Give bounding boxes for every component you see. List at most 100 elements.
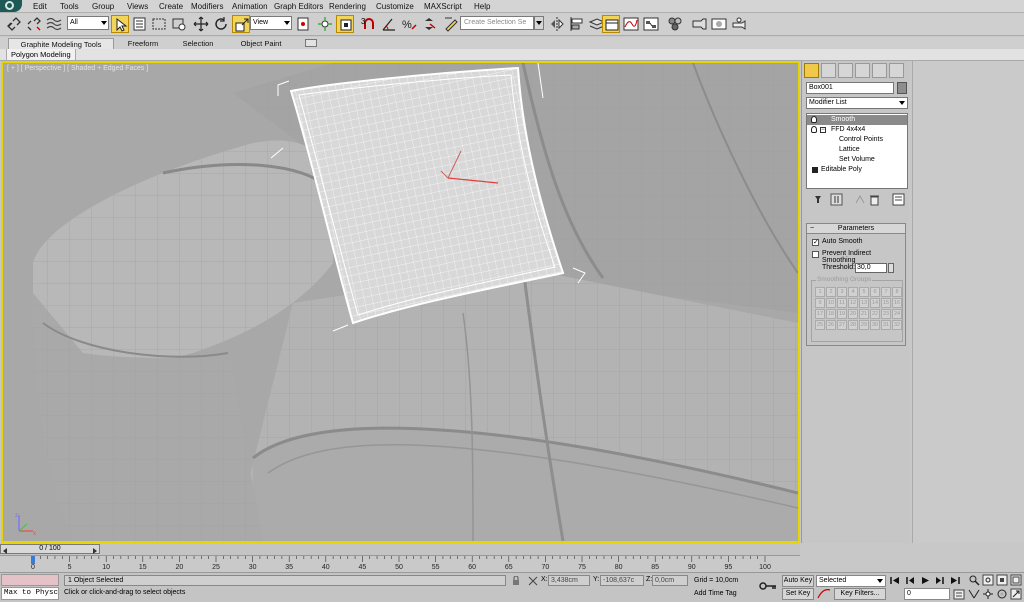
orbit-icon[interactable] bbox=[996, 588, 1008, 600]
play-icon[interactable] bbox=[919, 575, 931, 586]
modify-tab-icon[interactable] bbox=[821, 63, 836, 78]
named-selection-dropdown[interactable] bbox=[534, 16, 544, 30]
align-icon[interactable] bbox=[568, 15, 586, 33]
pivot-center-icon[interactable] bbox=[294, 15, 312, 33]
motion-tab-icon[interactable] bbox=[855, 63, 870, 78]
rendered-frame-icon[interactable] bbox=[710, 15, 728, 33]
tab-object-paint[interactable]: Object Paint bbox=[232, 38, 290, 49]
add-time-tag[interactable]: Add Time Tag bbox=[694, 590, 737, 597]
key-filters-button[interactable]: Key Filters... bbox=[834, 588, 886, 600]
object-name-field[interactable]: Box001 bbox=[806, 82, 894, 94]
menu-rendering[interactable]: Rendering bbox=[329, 1, 366, 12]
select-rotate-icon[interactable] bbox=[212, 15, 230, 33]
display-tab-icon[interactable] bbox=[872, 63, 887, 78]
edit-named-selection-icon[interactable] bbox=[442, 15, 460, 33]
select-move-icon[interactable] bbox=[192, 15, 210, 33]
menu-create[interactable]: Create bbox=[159, 1, 183, 12]
stack-item-smooth[interactable]: Smooth bbox=[807, 115, 907, 125]
next-key-icon[interactable] bbox=[934, 575, 946, 586]
parameters-rollout-header[interactable]: − Parameters bbox=[806, 223, 906, 234]
schematic-view-icon[interactable] bbox=[642, 15, 660, 33]
z-coord-field[interactable]: 0,0cm bbox=[652, 575, 688, 586]
bulb-icon[interactable] bbox=[811, 126, 817, 133]
maximize-viewport-icon[interactable] bbox=[1010, 588, 1022, 600]
percent-snap-icon[interactable]: % bbox=[400, 15, 418, 33]
x-coord-field[interactable]: 3,438cm bbox=[548, 575, 590, 586]
select-by-name-icon[interactable] bbox=[131, 15, 149, 33]
menu-help[interactable]: Help bbox=[474, 1, 490, 12]
time-configuration-icon[interactable] bbox=[953, 588, 965, 600]
maxscript-listener-mini[interactable] bbox=[1, 574, 59, 586]
previous-frame-icon[interactable] bbox=[3, 548, 7, 554]
menu-group[interactable]: Group bbox=[92, 1, 114, 12]
stack-subitem-lattice[interactable]: Lattice bbox=[807, 145, 907, 155]
select-object-icon[interactable] bbox=[111, 15, 129, 33]
expand-icon[interactable] bbox=[812, 167, 818, 173]
tab-selection[interactable]: Selection bbox=[172, 38, 224, 49]
create-tab-icon[interactable] bbox=[804, 63, 819, 78]
tab-freeform[interactable]: Freeform bbox=[116, 38, 170, 49]
prevent-indirect-smoothing-checkbox[interactable] bbox=[812, 251, 819, 258]
perspective-viewport[interactable]: [ + ] [ Perspective ] [ Shaded + Edged F… bbox=[1, 61, 800, 543]
graphite-toggle-icon[interactable] bbox=[602, 15, 620, 33]
next-frame-icon[interactable] bbox=[93, 548, 97, 554]
unlink-icon[interactable] bbox=[25, 15, 43, 33]
show-end-result-icon[interactable] bbox=[830, 193, 843, 206]
object-color-swatch[interactable] bbox=[897, 82, 907, 94]
menu-maxscript[interactable]: MAXScript bbox=[424, 1, 462, 12]
current-frame-field[interactable]: 0 bbox=[904, 588, 950, 600]
select-scale-icon[interactable] bbox=[232, 15, 250, 33]
stack-subitem-control-points[interactable]: Control Points bbox=[807, 135, 907, 145]
window-crossing-icon[interactable] bbox=[170, 15, 188, 33]
link-icon[interactable] bbox=[5, 15, 23, 33]
auto-smooth-checkbox[interactable]: ✓ bbox=[812, 239, 819, 246]
render-setup-icon[interactable] bbox=[690, 15, 708, 33]
spinner-snap-icon[interactable] bbox=[420, 15, 438, 33]
menu-tools[interactable]: Tools bbox=[60, 1, 79, 12]
menu-views[interactable]: Views bbox=[127, 1, 148, 12]
lock-selection-icon[interactable] bbox=[511, 576, 521, 586]
viewport-label[interactable]: [ + ] [ Perspective ] [ Shaded + Edged F… bbox=[7, 65, 148, 72]
bulb-icon[interactable] bbox=[811, 116, 817, 123]
modifier-list-dropdown[interactable]: Modifier List bbox=[806, 97, 908, 109]
angle-snap-icon[interactable] bbox=[380, 15, 398, 33]
zoom-icon[interactable] bbox=[968, 574, 980, 586]
default-in-out-tangents-icon[interactable] bbox=[816, 588, 832, 600]
stack-subitem-set-volume[interactable]: Set Volume bbox=[807, 155, 907, 165]
key-icon[interactable] bbox=[758, 580, 778, 592]
snap-toggle-icon[interactable]: 3 bbox=[360, 15, 378, 33]
pan-view-icon[interactable] bbox=[982, 588, 994, 600]
set-key-button[interactable]: Set Key bbox=[782, 588, 814, 600]
keyboard-shortcut-override-icon[interactable] bbox=[336, 15, 354, 33]
subtab-polygon-modeling[interactable]: Polygon Modeling bbox=[6, 49, 76, 61]
auto-key-button[interactable]: Auto Key bbox=[782, 575, 814, 587]
hierarchy-tab-icon[interactable] bbox=[838, 63, 853, 78]
bind-spacewarp-icon[interactable] bbox=[45, 15, 63, 33]
absolute-offset-toggle-icon[interactable] bbox=[528, 576, 538, 586]
zoom-all-icon[interactable] bbox=[982, 574, 994, 586]
selection-filter-dropdown[interactable]: All bbox=[67, 16, 109, 30]
go-to-end-icon[interactable] bbox=[949, 575, 961, 586]
curve-editor-icon[interactable] bbox=[622, 15, 640, 33]
menu-animation[interactable]: Animation bbox=[232, 1, 268, 12]
stack-item-ffd[interactable]: − FFD 4x4x4 bbox=[807, 125, 907, 135]
menu-edit[interactable]: Edit bbox=[33, 1, 47, 12]
maxscript-listener-input[interactable]: Max to Physc bbox=[1, 587, 59, 600]
ref-coord-dropdown[interactable]: View bbox=[250, 16, 292, 30]
track-bar[interactable]: 0 5 10 15 20 25 30 35 40 45 50 55 60 65 70 75 80 85 90 95 10… bbox=[0, 555, 800, 572]
named-selection-field[interactable]: Create Selection Se bbox=[460, 16, 534, 30]
select-manipulate-icon[interactable] bbox=[316, 15, 334, 33]
y-coord-field[interactable]: -108,637c bbox=[600, 575, 644, 586]
zoom-extents-icon[interactable] bbox=[996, 574, 1008, 586]
time-slider-handle[interactable]: 0 / 100 bbox=[0, 544, 100, 554]
render-icon[interactable] bbox=[730, 15, 748, 33]
menu-customize[interactable]: Customize bbox=[376, 1, 414, 12]
rectangular-region-icon[interactable] bbox=[150, 15, 168, 33]
collapse-icon[interactable]: − bbox=[820, 127, 826, 133]
previous-key-icon[interactable] bbox=[904, 575, 916, 586]
stack-item-editable-poly[interactable]: Editable Poly bbox=[807, 165, 907, 175]
utilities-tab-icon[interactable] bbox=[889, 63, 904, 78]
menu-modifiers[interactable]: Modifiers bbox=[191, 1, 223, 12]
remove-modifier-icon[interactable] bbox=[868, 193, 881, 206]
app-logo-icon[interactable] bbox=[0, 0, 22, 12]
